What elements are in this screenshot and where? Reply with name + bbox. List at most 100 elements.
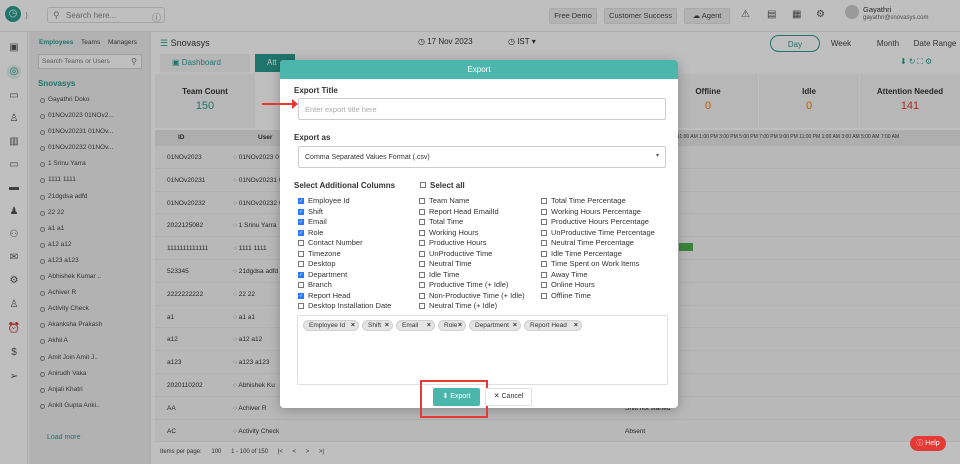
select-all-checkbox[interactable]: Select all: [420, 181, 465, 190]
checkbox[interactable]: ✓: [298, 198, 304, 204]
column-option[interactable]: ✓ Department: [298, 270, 391, 281]
column-option-label: Productive Hours: [429, 238, 487, 247]
column-option[interactable]: ✓ Report Head: [298, 291, 391, 302]
checkbox[interactable]: ✓: [298, 229, 304, 236]
checkbox[interactable]: [419, 198, 425, 204]
checkbox[interactable]: [541, 271, 547, 278]
column-option-label: Report Head: [308, 290, 351, 300]
column-option[interactable]: Branch: [298, 280, 391, 291]
selected-column-chip[interactable]: Role ×: [438, 320, 466, 331]
annotation-arrow: [262, 99, 298, 109]
dialog-title: Export: [280, 60, 678, 79]
export-button[interactable]: ⬇ Export: [433, 388, 480, 406]
checkbox[interactable]: [419, 219, 425, 225]
column-option-label: Shift: [308, 206, 324, 216]
selected-column-chip[interactable]: Shift ×: [362, 320, 393, 331]
column-option[interactable]: Neutral Time: [419, 259, 525, 270]
close-icon[interactable]: ×: [513, 321, 517, 330]
checkbox[interactable]: [541, 229, 547, 236]
checkbox[interactable]: [541, 198, 547, 204]
checkbox[interactable]: [541, 208, 547, 215]
column-option[interactable]: ✓ Shift: [298, 207, 391, 218]
column-option[interactable]: ✓ Role: [298, 228, 391, 239]
column-option[interactable]: ✓ Employee Id: [298, 196, 391, 207]
column-option[interactable]: UnProductive Time Percentage: [541, 228, 655, 239]
column-option[interactable]: Idle Time Percentage: [541, 249, 655, 260]
checkbox[interactable]: [541, 250, 547, 257]
checkbox[interactable]: [298, 240, 304, 246]
column-option-label: Neutral Time (+ Idle): [429, 301, 498, 310]
checkbox[interactable]: ✓: [298, 292, 304, 299]
column-option[interactable]: Neutral Time (+ Idle): [419, 301, 525, 312]
close-icon[interactable]: ×: [574, 321, 578, 330]
column-option-label: Neutral Time Percentage: [551, 238, 634, 247]
checkbox[interactable]: ✓: [298, 219, 304, 225]
help-button[interactable]: ⓘ Help: [910, 436, 946, 451]
checkbox[interactable]: ✓: [298, 208, 304, 215]
column-option[interactable]: Productive Hours: [419, 238, 525, 249]
column-option[interactable]: Time Spent on Work Items: [541, 259, 655, 270]
checkbox[interactable]: [541, 292, 547, 299]
column-option[interactable]: Working Hours Percentage: [541, 207, 655, 218]
checkbox[interactable]: [419, 229, 425, 236]
checkbox[interactable]: [541, 240, 547, 246]
close-icon[interactable]: ×: [458, 321, 462, 330]
column-option[interactable]: ✓ Email: [298, 217, 391, 228]
checkbox[interactable]: [541, 282, 547, 288]
checkbox[interactable]: [541, 261, 547, 267]
column-option[interactable]: Productive Hours Percentage: [541, 217, 655, 228]
checkbox[interactable]: [298, 282, 304, 288]
checkbox[interactable]: [298, 250, 304, 257]
checkbox[interactable]: [419, 282, 425, 288]
column-option[interactable]: Non-Productive Time (+ Idle): [419, 291, 525, 302]
column-option-label: Branch: [308, 280, 332, 289]
column-option-label: Idle Time Percentage: [551, 248, 622, 258]
export-title-label: Export Title: [294, 86, 338, 95]
checkbox[interactable]: [419, 250, 425, 257]
column-option[interactable]: Offline Time: [541, 291, 655, 302]
column-option[interactable]: Timezone: [298, 249, 391, 260]
checkbox[interactable]: [298, 261, 304, 267]
column-option[interactable]: Desktop Installation Date: [298, 301, 391, 312]
selected-column-chip[interactable]: Employee Id ×: [303, 320, 359, 331]
checkbox[interactable]: [419, 240, 425, 246]
checkbox[interactable]: [419, 261, 425, 267]
column-option-label: Time Spent on Work Items: [551, 259, 640, 268]
column-option[interactable]: Report Head EmailId: [419, 207, 525, 218]
checkbox[interactable]: [419, 271, 425, 278]
column-option[interactable]: Total Time Percentage: [541, 196, 655, 207]
column-option[interactable]: Contact Number: [298, 238, 391, 249]
close-icon[interactable]: ×: [351, 321, 355, 330]
column-option[interactable]: Away Time: [541, 270, 655, 281]
close-icon[interactable]: ×: [427, 321, 431, 330]
column-option[interactable]: Working Hours: [419, 228, 525, 239]
column-option-label: Total Time: [429, 217, 464, 226]
checkbox[interactable]: [298, 303, 304, 309]
column-option[interactable]: Online Hours: [541, 280, 655, 291]
column-option[interactable]: Neutral Time Percentage: [541, 238, 655, 249]
checkbox[interactable]: [419, 292, 425, 299]
column-option[interactable]: Productive Time (+ Idle): [419, 280, 525, 291]
selected-column-chip[interactable]: Department ×: [469, 320, 521, 331]
close-icon[interactable]: ×: [385, 321, 389, 330]
export-title-input[interactable]: Enter export title here: [298, 98, 666, 120]
column-option[interactable]: UnProductive Time: [419, 249, 525, 260]
column-option-label: Role: [308, 227, 324, 237]
column-option-label: Employee Id: [308, 196, 350, 205]
column-option[interactable]: Desktop: [298, 259, 391, 270]
column-option-label: Working Hours: [429, 227, 479, 237]
cancel-button[interactable]: ✕ Cancel: [485, 388, 532, 406]
column-option-label: Email: [308, 217, 327, 226]
checkbox[interactable]: [541, 219, 547, 225]
checkbox[interactable]: [419, 208, 425, 215]
checkbox[interactable]: ✓: [298, 271, 304, 278]
export-format-select[interactable]: Comma Separated Values Format (.csv) ▾: [298, 146, 666, 168]
checkbox[interactable]: [419, 303, 425, 309]
column-option[interactable]: Total Time: [419, 217, 525, 228]
selected-column-chip[interactable]: Email ×: [396, 320, 435, 331]
column-option[interactable]: Team Name: [419, 196, 525, 207]
export-dialog: Export Export Title Enter export title h…: [280, 60, 678, 408]
selected-columns-box[interactable]: Employee Id × Shift × Email × Role × Department ×…: [297, 315, 668, 385]
column-option[interactable]: Idle Time: [419, 270, 525, 281]
selected-column-chip[interactable]: Report Head ×: [524, 320, 582, 331]
